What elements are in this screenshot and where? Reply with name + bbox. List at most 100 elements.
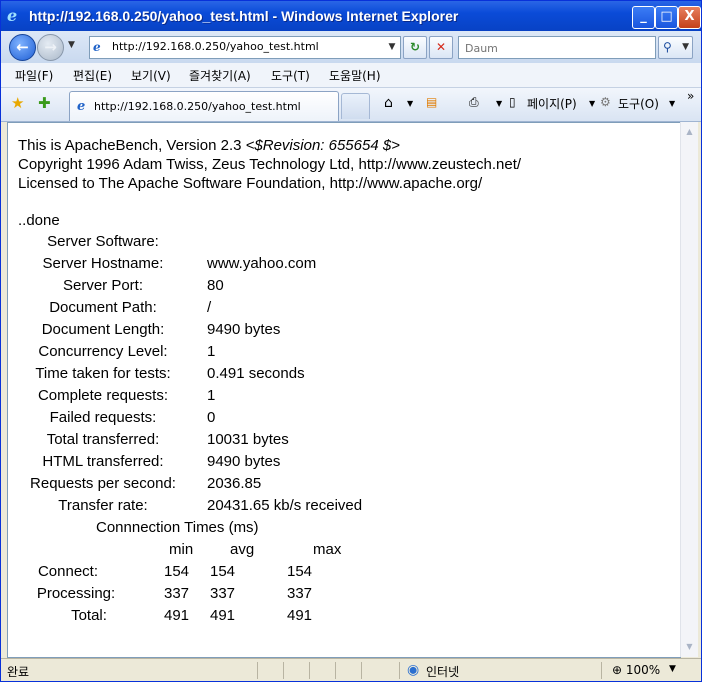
status-divider	[361, 662, 362, 679]
menu-view[interactable]: 보기(V)	[131, 67, 171, 84]
result-value: /	[207, 299, 212, 316]
search-icon: ⚲	[663, 40, 672, 54]
result-value: 9490 bytes	[207, 321, 281, 338]
home-icon[interactable]: ⌂	[384, 95, 393, 111]
tools-menu[interactable]: 도구(O)	[618, 95, 659, 112]
page-menu[interactable]: 페이지(P)	[527, 95, 577, 112]
column-header-min: min	[169, 541, 194, 558]
print-dropdown-icon[interactable]: ▼	[496, 99, 502, 108]
result-label: Failed requests:	[49, 409, 157, 426]
search-field[interactable]	[458, 36, 656, 59]
menu-help[interactable]: 도움말(H)	[329, 67, 381, 84]
result-value: www.yahoo.com	[207, 255, 317, 272]
feeds-icon[interactable]: ▤	[426, 95, 437, 109]
result-label: Server Hostname:	[42, 255, 164, 272]
globe-icon: ◉	[407, 662, 420, 678]
processing-max: 337	[287, 585, 313, 602]
add-favorite-icon[interactable]: ✚	[38, 94, 51, 112]
connect-avg: 154	[210, 563, 236, 580]
minimize-button[interactable]: _	[632, 6, 655, 29]
page-menu-icon[interactable]: ▯	[509, 95, 516, 109]
status-divider	[601, 662, 602, 679]
status-divider	[309, 662, 310, 679]
menu-file[interactable]: 파일(F)	[15, 67, 53, 84]
menu-tools[interactable]: 도구(T)	[271, 67, 310, 84]
close-button[interactable]: X	[678, 6, 701, 29]
refresh-icon: ↻	[409, 40, 421, 54]
ab-version-line: This is ApacheBench, Version 2.3 <$Revis…	[18, 137, 400, 154]
status-divider	[399, 662, 400, 679]
favorites-star-icon[interactable]: ★	[11, 94, 24, 112]
more-tools-button[interactable]: »	[687, 89, 694, 103]
forward-button[interactable]: →	[37, 34, 64, 61]
result-label: Document Length:	[41, 321, 165, 338]
zoom-dropdown-icon[interactable]: ▼	[669, 664, 676, 674]
scroll-up-icon[interactable]: ▲	[682, 124, 697, 140]
result-label: Requests per second:	[30, 475, 176, 492]
stop-button[interactable]: ✕	[429, 36, 453, 59]
processing-label: Processing:	[36, 585, 116, 602]
menu-edit[interactable]: 편집(E)	[73, 67, 112, 84]
ab-revision: <$Revision: 655654 $>	[245, 137, 400, 154]
search-button[interactable]: ⚲ ▼	[658, 36, 693, 59]
done-text: ..done	[18, 212, 60, 229]
maximize-button[interactable]: □	[655, 6, 678, 29]
zoom-level[interactable]: ⊕ 100%	[612, 663, 660, 677]
status-text: 완료	[7, 665, 30, 679]
connection-times-title: Connnection Times (ms)	[96, 519, 259, 536]
page-content: This is ApacheBench, Version 2.3 <$Revis…	[7, 122, 681, 658]
back-arrow-icon: ←	[16, 38, 29, 56]
connect-label: Connect:	[37, 563, 99, 580]
total-avg: 491	[210, 607, 236, 624]
ie-window: e http://192.168.0.250/yahoo_test.html -…	[0, 0, 702, 682]
tab-current[interactable]: e http://192.168.0.250/yahoo_test.html	[69, 91, 339, 121]
back-button[interactable]: ←	[9, 34, 36, 61]
result-label: HTML transferred:	[42, 453, 164, 470]
zoom-icon: ⊕	[612, 663, 623, 677]
total-min: 491	[164, 607, 190, 624]
result-label: Total transferred:	[46, 431, 160, 448]
result-label: Time taken for tests:	[35, 365, 171, 382]
result-value: 9490 bytes	[207, 453, 281, 470]
menu-bar: 파일(F) 편집(E) 보기(V) 즐겨찾기(A) 도구(T) 도움말(H)	[1, 63, 701, 88]
recent-pages-dropdown-icon[interactable]: ▼	[68, 40, 75, 50]
search-input[interactable]	[463, 38, 652, 59]
address-field[interactable]: e http://192.168.0.250/yahoo_test.html ▼	[89, 36, 401, 59]
tools-dropdown-icon[interactable]: ▼	[669, 99, 675, 108]
new-tab-button[interactable]	[341, 93, 370, 119]
result-value: 0.491 seconds	[207, 365, 305, 382]
result-value: 1	[207, 387, 216, 404]
print-icon[interactable]: ⎙	[469, 95, 479, 110]
status-divider	[283, 662, 284, 679]
result-label: Transfer rate:	[58, 497, 148, 514]
window-title: http://192.168.0.250/yahoo_test.html - W…	[29, 8, 459, 24]
refresh-button[interactable]: ↻	[403, 36, 427, 59]
connect-min: 154	[164, 563, 190, 580]
ab-version: This is ApacheBench, Version 2.3	[18, 137, 242, 154]
result-value: 2036.85	[207, 475, 262, 492]
page-dropdown-icon[interactable]: ▼	[589, 99, 595, 108]
total-label: Total:	[71, 607, 107, 624]
result-label: Complete requests:	[37, 387, 169, 404]
column-header-avg: avg	[230, 541, 255, 558]
title-bar[interactable]: e http://192.168.0.250/yahoo_test.html -…	[1, 1, 701, 31]
gear-icon[interactable]: ⚙	[600, 95, 611, 109]
status-divider	[257, 662, 258, 679]
tab-bar: ★ ✚ e http://192.168.0.250/yahoo_test.ht…	[1, 88, 701, 122]
security-zone[interactable]: 인터넷	[426, 663, 459, 680]
menu-favorites[interactable]: 즐겨찾기(A)	[189, 67, 251, 84]
address-url[interactable]: http://192.168.0.250/yahoo_test.html	[112, 40, 319, 53]
home-dropdown-icon[interactable]: ▼	[407, 99, 413, 108]
address-dropdown-icon[interactable]: ▼	[384, 37, 400, 58]
vertical-scrollbar[interactable]: ▲ ▼	[680, 122, 698, 657]
scroll-down-icon[interactable]: ▼	[682, 639, 697, 655]
processing-min: 337	[164, 585, 190, 602]
copyright-line: Copyright 1996 Adam Twiss, Zeus Technolo…	[18, 156, 522, 173]
result-label: Document Path:	[49, 299, 157, 316]
stop-icon: ✕	[435, 40, 447, 54]
search-dropdown-icon[interactable]: ▼	[682, 37, 689, 58]
connect-max: 154	[287, 563, 313, 580]
status-bar: 완료 ◉ 인터넷 ⊕ 100% ▼	[1, 658, 701, 681]
result-label: Server Port:	[62, 277, 144, 294]
result-value: 20431.65 kb/s received	[207, 497, 363, 514]
